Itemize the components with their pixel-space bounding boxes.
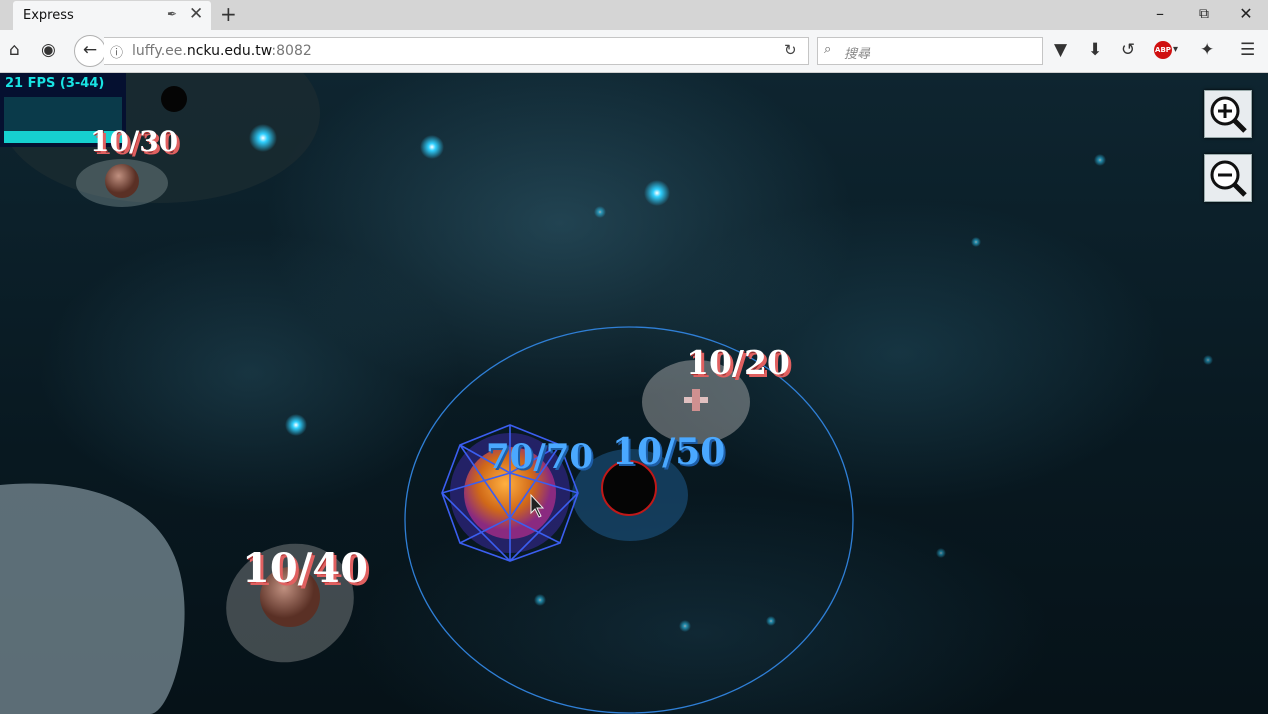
home-icon[interactable]: ⌂ xyxy=(9,40,20,60)
url-port: :8082 xyxy=(271,43,312,59)
tab-title: Express xyxy=(23,8,74,23)
zoom-in-icon xyxy=(1210,96,1247,133)
star xyxy=(594,206,606,218)
star xyxy=(420,135,444,159)
back-arrow-icon[interactable]: ← xyxy=(74,35,106,67)
star xyxy=(285,414,307,436)
tab-express[interactable]: Express ✒ ✕ xyxy=(13,1,211,30)
new-tab-icon[interactable]: + xyxy=(220,2,237,26)
planet-label-10-20: 10/20 xyxy=(686,343,790,382)
fps-text: 21 FPS (3-44) xyxy=(5,76,105,91)
adblock-dropdown-icon[interactable]: ▾ xyxy=(1173,44,1178,55)
reload-icon[interactable]: ↻ xyxy=(784,41,797,59)
close-window-icon[interactable]: ✕ xyxy=(1226,4,1266,23)
zoom-in-button[interactable] xyxy=(1204,90,1252,138)
star xyxy=(679,620,691,632)
zoom-out-button[interactable] xyxy=(1204,154,1252,202)
asteroid-bottom-left xyxy=(0,483,185,714)
adblock-icon[interactable]: ABP xyxy=(1154,41,1172,59)
tab-close-icon[interactable]: ✕ xyxy=(189,4,203,24)
pocket-icon[interactable]: ▼ xyxy=(1054,40,1067,60)
star xyxy=(1203,355,1213,365)
search-input[interactable]: ⌕ 搜尋 xyxy=(817,37,1043,65)
tab-bar: Express ✒ ✕ + – ⧉ ✕ xyxy=(0,0,1268,30)
star xyxy=(1094,154,1106,166)
url-host-main: ncku.edu.tw xyxy=(186,43,272,59)
star xyxy=(971,237,981,247)
menu-icon[interactable]: ☰ xyxy=(1240,40,1255,60)
sync-icon[interactable]: ↺ xyxy=(1121,40,1135,60)
info-icon[interactable]: ⓘ xyxy=(110,42,123,61)
mask-icon[interactable]: ◉ xyxy=(41,40,56,60)
star xyxy=(534,594,546,606)
planet-10-30[interactable] xyxy=(105,164,139,198)
game-canvas[interactable]: 21 FPS (3-44) 10/30 10/20 70/70 10/50 10… xyxy=(0,73,1268,714)
extension-icon[interactable]: ✦ xyxy=(1200,40,1214,60)
browser-window: Express ✒ ✕ + – ⧉ ✕ ⌂ ◉ ← ⓘ luffy.ee.nck… xyxy=(0,0,1268,714)
navigation-bar: ⌂ ◉ ← ⓘ luffy.ee.ncku.edu.tw:8082 ↻ ⌕ 搜尋… xyxy=(0,30,1268,73)
download-icon[interactable]: ⬇ xyxy=(1088,40,1102,60)
planet-label-10-50: 10/50 xyxy=(612,431,726,473)
url-host-prefix: luffy.ee. xyxy=(132,43,187,59)
url-text[interactable]: luffy.ee.ncku.edu.tw:8082 xyxy=(132,43,312,59)
planet-label-10-40: 10/40 xyxy=(242,545,368,592)
planet-label-70-70: 70/70 xyxy=(486,437,594,477)
star xyxy=(766,616,776,626)
planet-label-10-30: 10/30 xyxy=(90,125,179,158)
star xyxy=(249,124,277,152)
star xyxy=(644,180,670,206)
url-bar[interactable]: ⓘ luffy.ee.ncku.edu.tw:8082 ↻ xyxy=(104,37,809,65)
star xyxy=(936,548,946,558)
restore-icon[interactable]: ⧉ xyxy=(1184,6,1224,22)
search-placeholder: 搜尋 xyxy=(844,47,871,62)
black-hole-small xyxy=(161,86,187,112)
minimize-icon[interactable]: – xyxy=(1140,4,1180,23)
zoom-out-icon xyxy=(1210,160,1247,197)
game-scene xyxy=(0,73,1213,714)
search-icon: ⌕ xyxy=(824,42,832,57)
pin-icon[interactable]: ✒ xyxy=(167,7,177,21)
